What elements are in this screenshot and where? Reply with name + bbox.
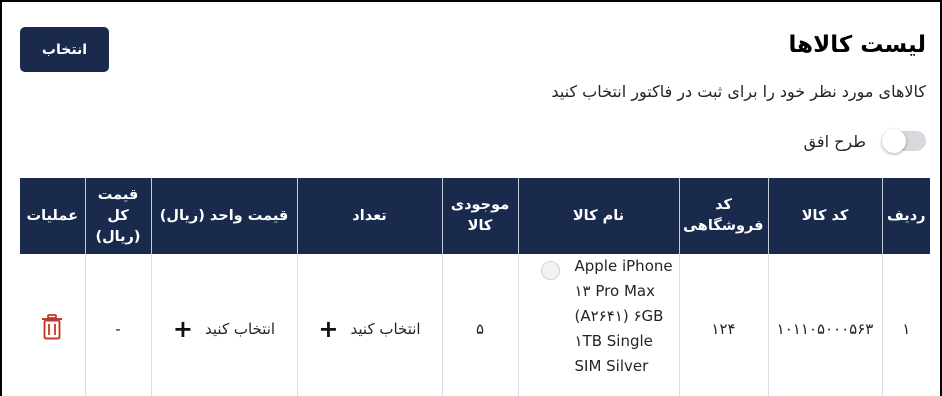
column-header-unit-price: قیمت واحد (ریال) [150,178,297,254]
toggle-label: طرح افق [803,131,866,151]
cell-actions [20,254,85,396]
toggle-knob [882,129,906,153]
cell-product-name: Apple iPhone ۱۳ Pro Max (A۲۶۴۱) ۶GB ۱TB … [517,254,679,396]
unit-price-select[interactable]: انتخاب کنید + [156,317,293,341]
table-row: ۱ ۱۰۱۱۰۵۰۰۰۵۶۳ ۱۲۴ Apple iPhone ۱۳ Pro M… [20,254,930,396]
product-list-panel: انتخاب لیست کالاها کالاهای مورد نظر خود … [0,0,942,396]
column-header-product-code: کد کالا [767,178,882,254]
cell-total-price: - [84,254,151,396]
column-header-row-index: ردیف [881,178,930,254]
cell-quantity: انتخاب کنید + [296,254,442,396]
cell-row-index: ۱ [881,254,930,396]
product-radio-button[interactable] [540,261,560,280]
unit-price-select-label: انتخاب کنید [205,320,276,338]
plus-icon[interactable]: + [318,317,338,341]
table-header-row: ردیف کد کالا کد فروشگاهی نام کالا موجودی… [20,178,930,254]
select-button[interactable]: انتخاب [20,27,109,72]
products-table: ردیف کد کالا کد فروشگاهی نام کالا موجودی… [20,178,930,396]
cell-product-code: ۱۰۱۱۰۵۰۰۰۵۶۳ [767,254,882,396]
horizon-layout-toggle[interactable] [882,129,926,153]
quantity-select-label: انتخاب کنید [350,320,421,338]
page-title: لیست کالاها [788,32,926,58]
trash-icon[interactable] [41,314,63,344]
column-header-quantity: تعداد [296,178,442,254]
product-name: Apple iPhone ۱۳ Pro Max (A۲۶۴۱) ۶GB ۱TB … [574,257,673,375]
cell-stock: ۵ [441,254,518,396]
horizon-layout-toggle-group: طرح افق [803,129,926,153]
column-header-total-price: قیمت کل (ریال) [84,178,151,254]
column-header-actions: عملیات [20,178,85,254]
cell-unit-price: انتخاب کنید + [150,254,297,396]
column-header-stock: موجودی کالا [441,178,518,254]
cell-store-code: ۱۲۴ [678,254,768,396]
plus-icon[interactable]: + [173,317,193,341]
quantity-select[interactable]: انتخاب کنید + [302,317,438,341]
column-header-product-name: نام کالا [517,178,679,254]
page-subtitle: کالاهای مورد نظر خود را برای ثبت در فاکت… [551,82,926,101]
column-header-store-code: کد فروشگاهی [678,178,768,254]
